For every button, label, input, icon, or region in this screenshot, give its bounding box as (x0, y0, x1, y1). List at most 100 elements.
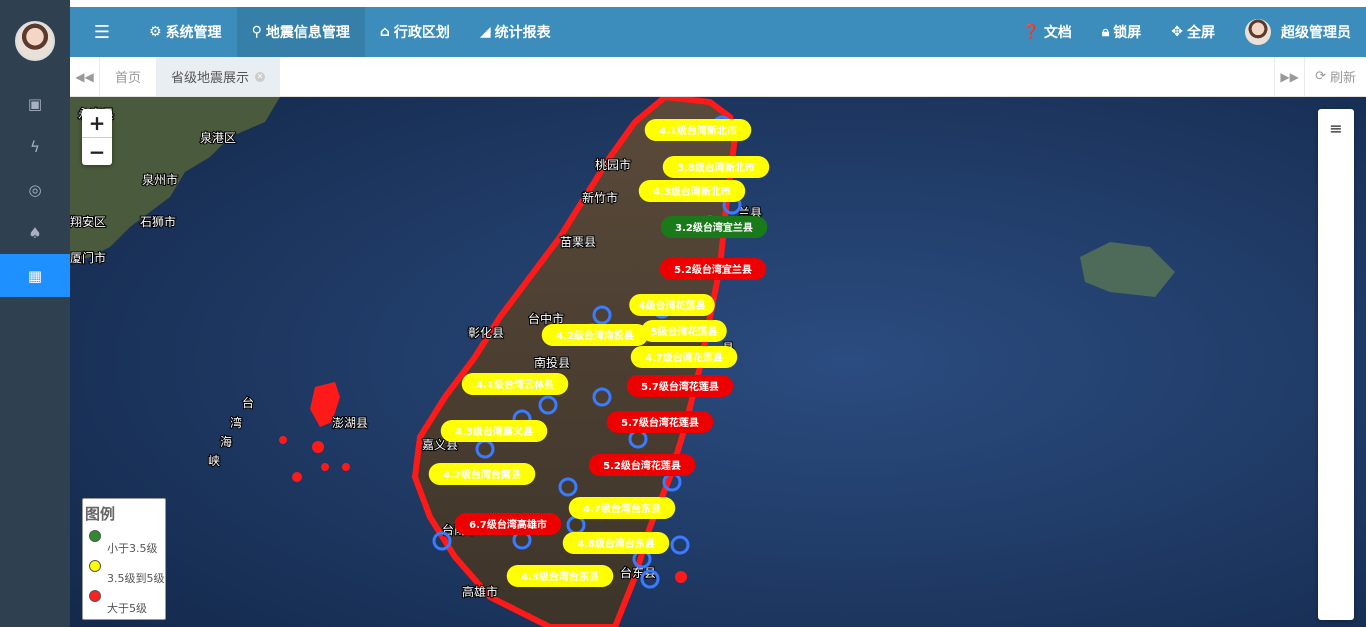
doc-button[interactable]: ❓ 文档 (1007, 7, 1086, 57)
user-avatar (1245, 19, 1271, 45)
quake-marker[interactable]: 5级台湾花莲县 (641, 320, 727, 342)
refresh-button[interactable]: ⟳ 刷新 (1304, 57, 1366, 96)
quake-marker-label: 5.2级台湾宜兰县 (674, 263, 752, 276)
top-menu-label: 统计报表 (494, 25, 551, 41)
tab-bar: ◀◀ 首页 省级地震展示 ✕ ▶▶ ⟳ 刷新 (70, 57, 1366, 97)
quake-marker[interactable]: 3.2级台湾宜兰县 (660, 216, 768, 238)
place-label: 新竹市 (582, 190, 618, 205)
quake-marker-label: 4.7级台湾台东县 (583, 502, 661, 515)
quake-marker[interactable]: 5.7级台湾花莲县 (626, 375, 734, 397)
sidebar-item-2[interactable]: ◎ (0, 168, 70, 211)
legend-dot (89, 560, 101, 572)
quake-marker[interactable]: 4.2级台湾台南县 (428, 463, 536, 485)
tab-scroll-right-button[interactable]: ▶▶ (1274, 57, 1304, 96)
place-label: 桃园市 (595, 157, 631, 172)
top-menu-label: 行政区划 (393, 25, 450, 41)
map-pin-icon: ⚲ (251, 24, 262, 40)
zoom-out-button[interactable]: − (82, 137, 112, 165)
quake-marker[interactable]: 3.8级台湾新北市 (662, 156, 770, 178)
quake-marker[interactable]: 6.7级台湾高雄市 (454, 513, 562, 535)
fullscreen-button[interactable]: ✥ 全屏 (1156, 7, 1230, 57)
sidebar-item-1[interactable]: ϟ (0, 125, 70, 168)
money-icon: ▣ (27, 94, 43, 113)
quake-marker[interactable]: 4级台湾花莲县 (629, 294, 715, 316)
place-label: 苗栗县 (560, 235, 596, 249)
quake-marker[interactable]: 4.1级台湾新北市 (644, 119, 752, 141)
layers-icon: ≡ (1329, 119, 1343, 138)
user-menu[interactable]: 超级管理员 (1230, 7, 1366, 57)
legend-title: 图例 (85, 505, 116, 523)
quake-marker[interactable]: 5.7级台湾花莲县 (606, 411, 714, 433)
place-label: 台 (242, 395, 254, 410)
avatar[interactable] (15, 21, 55, 61)
quake-marker[interactable]: 4.7级台湾花莲县 (630, 346, 738, 368)
quake-marker-label: 4.2级台湾南投县 (556, 329, 634, 342)
quake-marker[interactable]: 4.7级台湾台东县 (568, 497, 676, 519)
map-svg: 永春县泉港区泉州市翔安区石狮市厦门市桃园市新竹市苗栗县台中市彰化县南投县嘉义县台… (70, 97, 1366, 627)
target-icon: ◎ (28, 180, 42, 199)
zoom-in-button[interactable]: + (82, 109, 112, 137)
quake-marker[interactable]: 4.3级台湾台东县 (506, 565, 614, 587)
quake-marker-label: 4.3级台湾嘉义县 (455, 425, 533, 438)
bolt-icon: ϟ (30, 137, 40, 156)
quake-marker-label: 5级台湾花莲县 (651, 325, 718, 338)
gear-icon: ⚙ (149, 24, 162, 40)
lock-icon: 🔒︎ (1101, 24, 1110, 40)
refresh-icon: ⟳ (1315, 69, 1326, 84)
menu-toggle-icon[interactable]: ☰ (70, 7, 134, 57)
top-menu-item-0[interactable]: ⚙ 系统管理 (134, 7, 237, 57)
quake-marker-label: 4.1级台湾新北市 (659, 124, 737, 137)
top-menu-item-1[interactable]: ⚲ 地震信息管理 (236, 7, 365, 57)
place-label: 翔安区 (70, 214, 106, 229)
quake-marker[interactable]: 5.2级台湾宜兰县 (659, 258, 767, 280)
lock-label: 锁屏 (1113, 25, 1142, 41)
place-label: 厦门市 (70, 250, 106, 265)
user-name: 超级管理员 (1281, 25, 1351, 41)
top-menu-item-2[interactable]: ⌂ 行政区划 (365, 7, 465, 57)
sidebar-item-0[interactable]: ▣ (0, 82, 70, 125)
tab-home[interactable]: 首页 (100, 57, 156, 96)
quake-marker[interactable]: 4.2级台湾南投县 (541, 324, 649, 346)
chart-icon: ◢ (479, 24, 491, 40)
place-label: 泉州市 (142, 172, 178, 187)
lock-screen-button[interactable]: 🔒︎ 锁屏 (1087, 7, 1156, 57)
grid-icon: ▦ (27, 266, 43, 285)
legend-item: 大于5级 (85, 590, 163, 620)
top-menu-label: 地震信息管理 (265, 25, 350, 41)
layer-switcher[interactable]: ≡ (1318, 109, 1354, 620)
sidebar-avatar-wrap (0, 0, 70, 82)
map-legend: 图例 小于3.5级 3.5级到5级 大于5级 (82, 498, 166, 620)
quake-marker-label: 4.1级台湾云林县 (476, 378, 554, 391)
map-canvas[interactable]: 永春县泉港区泉州市翔安区石狮市厦门市桃园市新竹市苗栗县台中市彰化县南投县嘉义县台… (70, 97, 1366, 627)
tab-close-icon[interactable]: ✕ (255, 71, 266, 82)
quake-marker[interactable]: 5.2级台湾花莲县 (588, 454, 696, 476)
question-icon: ❓ (1022, 24, 1040, 40)
tab-scroll-left-button[interactable]: ◀◀ (70, 57, 100, 96)
tab-province-quake[interactable]: 省级地震展示 ✕ (156, 57, 281, 96)
quake-marker[interactable]: 4.1级台湾云林县 (461, 373, 569, 395)
quake-marker-label: 4.2级台湾台南县 (443, 468, 521, 481)
quake-marker-label: 4.3级台湾台东县 (521, 570, 599, 583)
quake-marker-label: 4.7级台湾花莲县 (645, 351, 723, 364)
sidebar-menu: ▣ ϟ ◎ ♠ ▦ (0, 82, 70, 297)
zoom-control: + − (82, 109, 112, 165)
legend-label: 大于5级 (107, 602, 147, 615)
sidebar-item-3[interactable]: ♠ (0, 211, 70, 254)
legend-dot (89, 590, 101, 602)
place-label: 彰化县 (468, 325, 504, 340)
place-label: 湾 (230, 415, 242, 430)
quake-marker[interactable]: 4.3级台湾新北市 (638, 180, 746, 202)
legend-label: 小于3.5级 (107, 542, 158, 555)
quake-marker-label: 3.2级台湾宜兰县 (675, 221, 753, 234)
quake-marker[interactable]: 4.3级台湾嘉义县 (440, 420, 548, 442)
quake-marker-label: 6.7级台湾高雄市 (469, 518, 547, 531)
quake-marker[interactable]: 4.8级台湾台东县 (562, 532, 670, 554)
legend-dot (89, 530, 101, 542)
bank-icon: ⌂ (379, 24, 390, 40)
top-menu-item-3[interactable]: ◢ 统计报表 (465, 7, 566, 57)
place-label: 石狮市 (140, 214, 176, 229)
quake-marker-label: 4.3级台湾新北市 (653, 185, 731, 198)
sidebar-item-4[interactable]: ▦ (0, 254, 70, 297)
quake-marker-label: 5.7级台湾花莲县 (641, 380, 719, 393)
top-menu: ⚙ 系统管理 ⚲ 地震信息管理 ⌂ 行政区划 ◢ 统计报表 (134, 7, 566, 57)
